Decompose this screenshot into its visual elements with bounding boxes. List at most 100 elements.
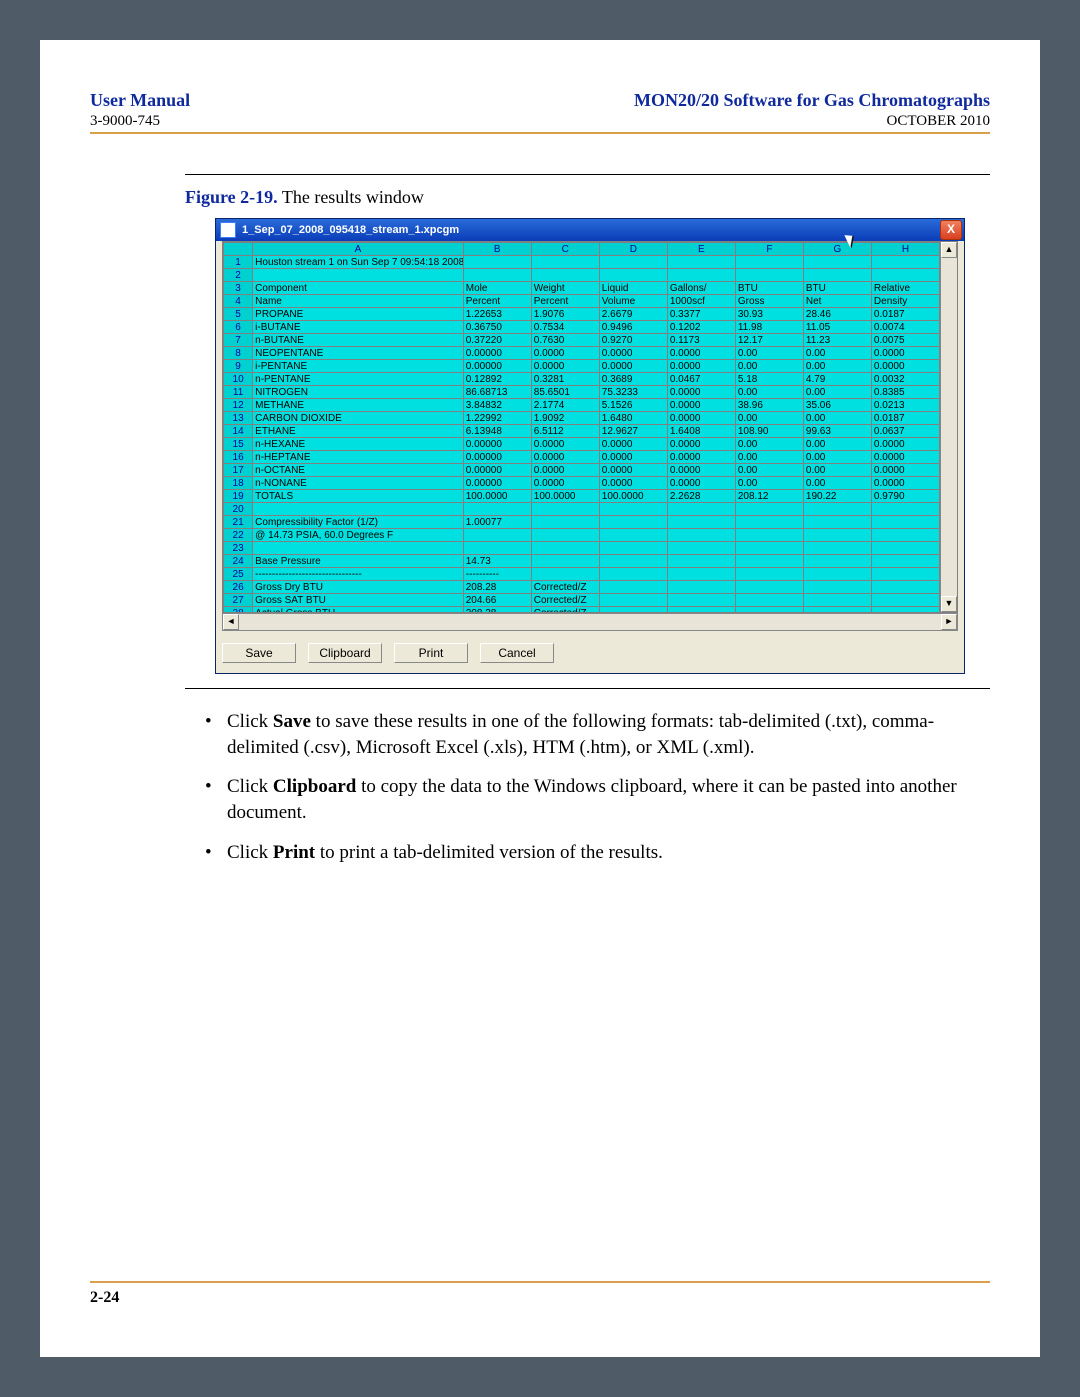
- table-row[interactable]: 20: [224, 503, 940, 516]
- cell[interactable]: 0.00: [735, 477, 803, 490]
- clipboard-button[interactable]: Clipboard: [308, 643, 382, 663]
- cell[interactable]: 0.00: [803, 464, 871, 477]
- cell[interactable]: 0.0000: [667, 360, 735, 373]
- cell[interactable]: [871, 256, 939, 269]
- cell[interactable]: [803, 594, 871, 607]
- cell[interactable]: 0.0000: [871, 477, 939, 490]
- row-header[interactable]: 4: [224, 295, 253, 308]
- cell[interactable]: ETHANE: [253, 425, 464, 438]
- cell[interactable]: [667, 529, 735, 542]
- cell[interactable]: 0.00: [735, 386, 803, 399]
- cell[interactable]: [871, 568, 939, 581]
- cell[interactable]: 12.17: [735, 334, 803, 347]
- table-row[interactable]: 10n-PENTANE0.128920.32810.36890.04675.18…: [224, 373, 940, 386]
- cell[interactable]: 0.0000: [871, 438, 939, 451]
- cell[interactable]: [599, 581, 667, 594]
- cell[interactable]: 0.0213: [871, 399, 939, 412]
- cell[interactable]: [667, 607, 735, 613]
- cell[interactable]: 38.96: [735, 399, 803, 412]
- cell[interactable]: 0.0000: [871, 347, 939, 360]
- cell[interactable]: 0.7534: [531, 321, 599, 334]
- cell[interactable]: [667, 555, 735, 568]
- cell[interactable]: [803, 607, 871, 613]
- cell[interactable]: 11.98: [735, 321, 803, 334]
- cell[interactable]: 6.13948: [463, 425, 531, 438]
- cell[interactable]: 35.06: [803, 399, 871, 412]
- cell[interactable]: 108.90: [735, 425, 803, 438]
- column-header[interactable]: B: [463, 243, 531, 256]
- cell[interactable]: 11.05: [803, 321, 871, 334]
- cell[interactable]: 0.00: [735, 347, 803, 360]
- row-header[interactable]: 20: [224, 503, 253, 516]
- cell[interactable]: ----------: [463, 568, 531, 581]
- cell[interactable]: n-BUTANE: [253, 334, 464, 347]
- cell[interactable]: [253, 542, 464, 555]
- cell[interactable]: [463, 529, 531, 542]
- cell[interactable]: [803, 503, 871, 516]
- cell[interactable]: 0.00000: [463, 360, 531, 373]
- cell[interactable]: 0.0000: [667, 477, 735, 490]
- cell[interactable]: Mole: [463, 282, 531, 295]
- cell[interactable]: 99.63: [803, 425, 871, 438]
- row-header[interactable]: 12: [224, 399, 253, 412]
- cell[interactable]: Liquid: [599, 282, 667, 295]
- cell[interactable]: [531, 256, 599, 269]
- cell[interactable]: 1.9092: [531, 412, 599, 425]
- cell[interactable]: Percent: [463, 295, 531, 308]
- horizontal-scrollbar[interactable]: ◄ ►: [222, 613, 958, 631]
- cell[interactable]: Component: [253, 282, 464, 295]
- cell[interactable]: 0.0000: [599, 438, 667, 451]
- cell[interactable]: [599, 568, 667, 581]
- cell[interactable]: [735, 529, 803, 542]
- cell[interactable]: [803, 269, 871, 282]
- print-button[interactable]: Print: [394, 643, 468, 663]
- cell[interactable]: Gross SAT BTU: [253, 594, 464, 607]
- cell[interactable]: 0.00: [803, 477, 871, 490]
- cell[interactable]: 6.5112: [531, 425, 599, 438]
- table-row[interactable]: 21Compressibility Factor (1/Z)1.00077: [224, 516, 940, 529]
- row-header[interactable]: 14: [224, 425, 253, 438]
- cell[interactable]: 0.0074: [871, 321, 939, 334]
- cell[interactable]: 0.3281: [531, 373, 599, 386]
- cell[interactable]: 1.6480: [599, 412, 667, 425]
- cell[interactable]: 1.6408: [667, 425, 735, 438]
- cell[interactable]: 100.0000: [599, 490, 667, 503]
- cell[interactable]: [599, 594, 667, 607]
- cell[interactable]: Actual Gross BTU: [253, 607, 464, 613]
- cell[interactable]: [531, 503, 599, 516]
- cell[interactable]: 190.22: [803, 490, 871, 503]
- table-row[interactable]: 8NEOPENTANE0.000000.00000.00000.00000.00…: [224, 347, 940, 360]
- cell[interactable]: 0.9790: [871, 490, 939, 503]
- cell[interactable]: [735, 607, 803, 613]
- table-row[interactable]: 7n-BUTANE0.372200.76300.92700.117312.171…: [224, 334, 940, 347]
- cell[interactable]: 0.0637: [871, 425, 939, 438]
- cell[interactable]: 0.0000: [599, 347, 667, 360]
- cell[interactable]: [599, 555, 667, 568]
- cell[interactable]: 0.0000: [531, 360, 599, 373]
- data-table[interactable]: ABCDEFGH1Houston stream 1 on Sun Sep 7 0…: [223, 242, 940, 612]
- cell[interactable]: 2.2628: [667, 490, 735, 503]
- cell[interactable]: [599, 256, 667, 269]
- cell[interactable]: [463, 503, 531, 516]
- close-icon[interactable]: X: [940, 220, 962, 240]
- row-header[interactable]: 28: [224, 607, 253, 613]
- cell[interactable]: [871, 516, 939, 529]
- cell[interactable]: 11.23: [803, 334, 871, 347]
- cell[interactable]: 0.00: [803, 347, 871, 360]
- cell[interactable]: [871, 555, 939, 568]
- cell[interactable]: METHANE: [253, 399, 464, 412]
- cell[interactable]: 0.0000: [667, 399, 735, 412]
- cell[interactable]: [803, 555, 871, 568]
- spreadsheet[interactable]: ABCDEFGH1Houston stream 1 on Sun Sep 7 0…: [222, 241, 958, 613]
- cell[interactable]: [599, 503, 667, 516]
- cell[interactable]: 100.0000: [463, 490, 531, 503]
- cell[interactable]: 208.28: [463, 581, 531, 594]
- cell[interactable]: CARBON DIOXIDE: [253, 412, 464, 425]
- cell[interactable]: [667, 516, 735, 529]
- table-row[interactable]: 16n-HEPTANE0.000000.00000.00000.00000.00…: [224, 451, 940, 464]
- cell[interactable]: 0.0000: [871, 360, 939, 373]
- cell[interactable]: 0.00: [803, 412, 871, 425]
- cell[interactable]: 0.0075: [871, 334, 939, 347]
- cell[interactable]: [253, 269, 464, 282]
- cell[interactable]: 100.0000: [531, 490, 599, 503]
